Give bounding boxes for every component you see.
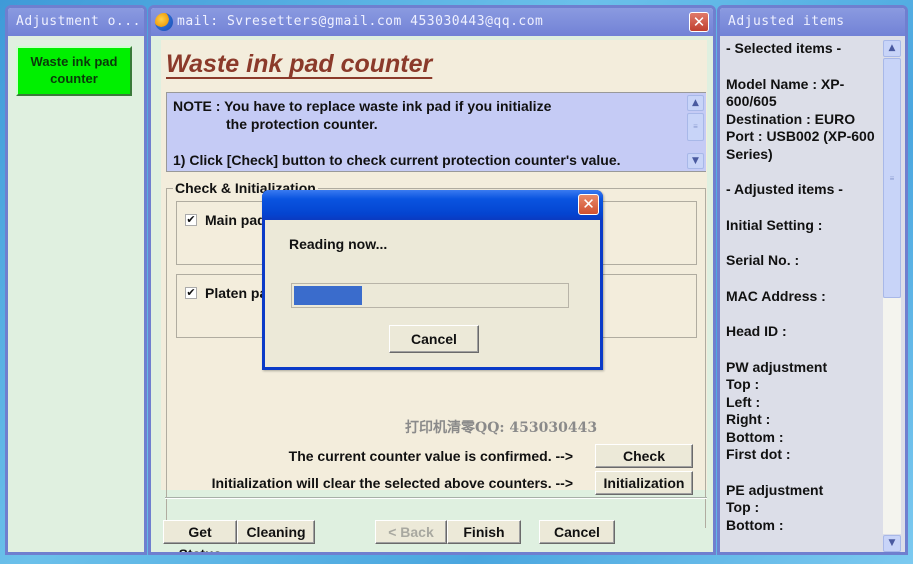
head-id: Head ID : [726, 323, 787, 339]
dialog-titlebar[interactable]: ✕ [262, 190, 603, 220]
cancel-button-group: Cancel [539, 520, 615, 544]
note-textbox[interactable]: NOTE : You have to replace waste ink pad… [166, 92, 706, 172]
dialog-message: Reading now... [289, 236, 388, 252]
check-row-label: The current counter value is confirmed. … [288, 448, 573, 464]
first-dot: First dot : [726, 446, 791, 462]
initial-setting: Initial Setting : [726, 216, 823, 233]
mac-address: MAC Address : [726, 287, 826, 304]
adjusted-items-header: - Adjusted items - [726, 181, 843, 197]
nav-button-group: < Back Finish [375, 520, 521, 544]
page-title: Waste ink pad counter [166, 50, 433, 78]
cancel-button[interactable]: Cancel [539, 520, 615, 544]
main-pad-label: Main pad [205, 212, 266, 228]
waste-ink-pad-counter-button[interactable]: Waste ink pad counter [16, 46, 132, 96]
adjusted-items-scrollbar[interactable]: ▲ ≡ ▼ [883, 40, 901, 552]
watermark-text: 打印机清零QQ: 453030443 [405, 420, 598, 436]
initialization-row-label: Initialization will clear the selected a… [211, 475, 573, 491]
main-pad-checkbox[interactable]: ✔ [185, 214, 197, 226]
scroll-track[interactable] [883, 298, 901, 534]
adjustment-panel-title: Adjustment o... [8, 8, 144, 36]
pw-right: Right : [726, 411, 771, 427]
pw-top: Top : [726, 376, 760, 392]
model-name: Model Name : XP-600/605 [726, 75, 845, 110]
pe-adjustment: PE adjustment [726, 481, 824, 498]
main-window-title: mail: Svresetters@gmail.com 453030443@qq… [177, 14, 544, 29]
scroll-thumb[interactable]: ≡ [883, 58, 901, 298]
note-line-1: NOTE : You have to replace waste ink pad… [173, 98, 552, 114]
check-button[interactable]: Check [595, 444, 693, 468]
scroll-thumb[interactable]: ≡ [687, 113, 704, 141]
adjusted-items-panel: Adjusted items - Selected items - Model … [717, 5, 908, 555]
destination: Destination : EURO [726, 110, 856, 127]
reading-dialog: ✕ Reading now... Cancel [262, 190, 603, 370]
scroll-down-icon[interactable]: ▼ [883, 535, 901, 552]
serial-no: Serial No. : [726, 252, 800, 268]
port: Port : USB002 (XP-600 Series) [726, 128, 875, 162]
platen-pad-label: Platen pa [205, 285, 268, 301]
app-logo-icon [155, 13, 173, 31]
adjusted-items-title: Adjusted items [720, 8, 905, 36]
pw-bottom: Bottom : [726, 428, 784, 445]
get-status-button[interactable]: Get Status [163, 520, 237, 552]
adjusted-items-list: - Selected items - Model Name : XP-600/6… [720, 36, 885, 552]
scroll-up-icon[interactable]: ▲ [883, 40, 901, 57]
check-row: The current counter value is confirmed. … [289, 444, 693, 468]
left-button-group: Get Status Cleaning [163, 520, 315, 552]
finish-button[interactable]: Finish [447, 520, 521, 544]
bottom-divider [165, 497, 707, 498]
pe-bottom: Bottom : [726, 516, 784, 533]
pw-adjustment: PW adjustment [726, 358, 828, 375]
pw-left: Left : [726, 393, 761, 410]
initialization-button[interactable]: Initialization [595, 471, 693, 495]
scroll-down-icon[interactable]: ▼ [687, 153, 704, 169]
progress-fill [294, 286, 362, 305]
pe-top: Top : [726, 499, 760, 515]
back-button[interactable]: < Back [375, 520, 447, 544]
note-line-2: the protection counter. [226, 116, 378, 132]
selected-items-header: - Selected items - [726, 40, 842, 56]
close-icon[interactable]: ✕ [578, 194, 599, 215]
adjustment-options-panel: Adjustment o... Waste ink pad counter [5, 5, 147, 555]
dialog-cancel-button[interactable]: Cancel [389, 325, 479, 353]
progress-bar [291, 283, 569, 308]
scroll-up-icon[interactable]: ▲ [687, 95, 704, 111]
initialization-row: Initialization will clear the selected a… [212, 471, 693, 495]
note-line-3: 1) Click [Check] button to check current… [173, 152, 621, 168]
note-scrollbar[interactable]: ▲ ≡ ▼ [687, 95, 704, 171]
cleaning-button[interactable]: Cleaning [237, 520, 315, 544]
close-icon[interactable]: ✕ [689, 12, 709, 32]
platen-pad-checkbox[interactable]: ✔ [185, 287, 197, 299]
main-window-titlebar: mail: Svresetters@gmail.com 453030443@qq… [151, 8, 713, 36]
